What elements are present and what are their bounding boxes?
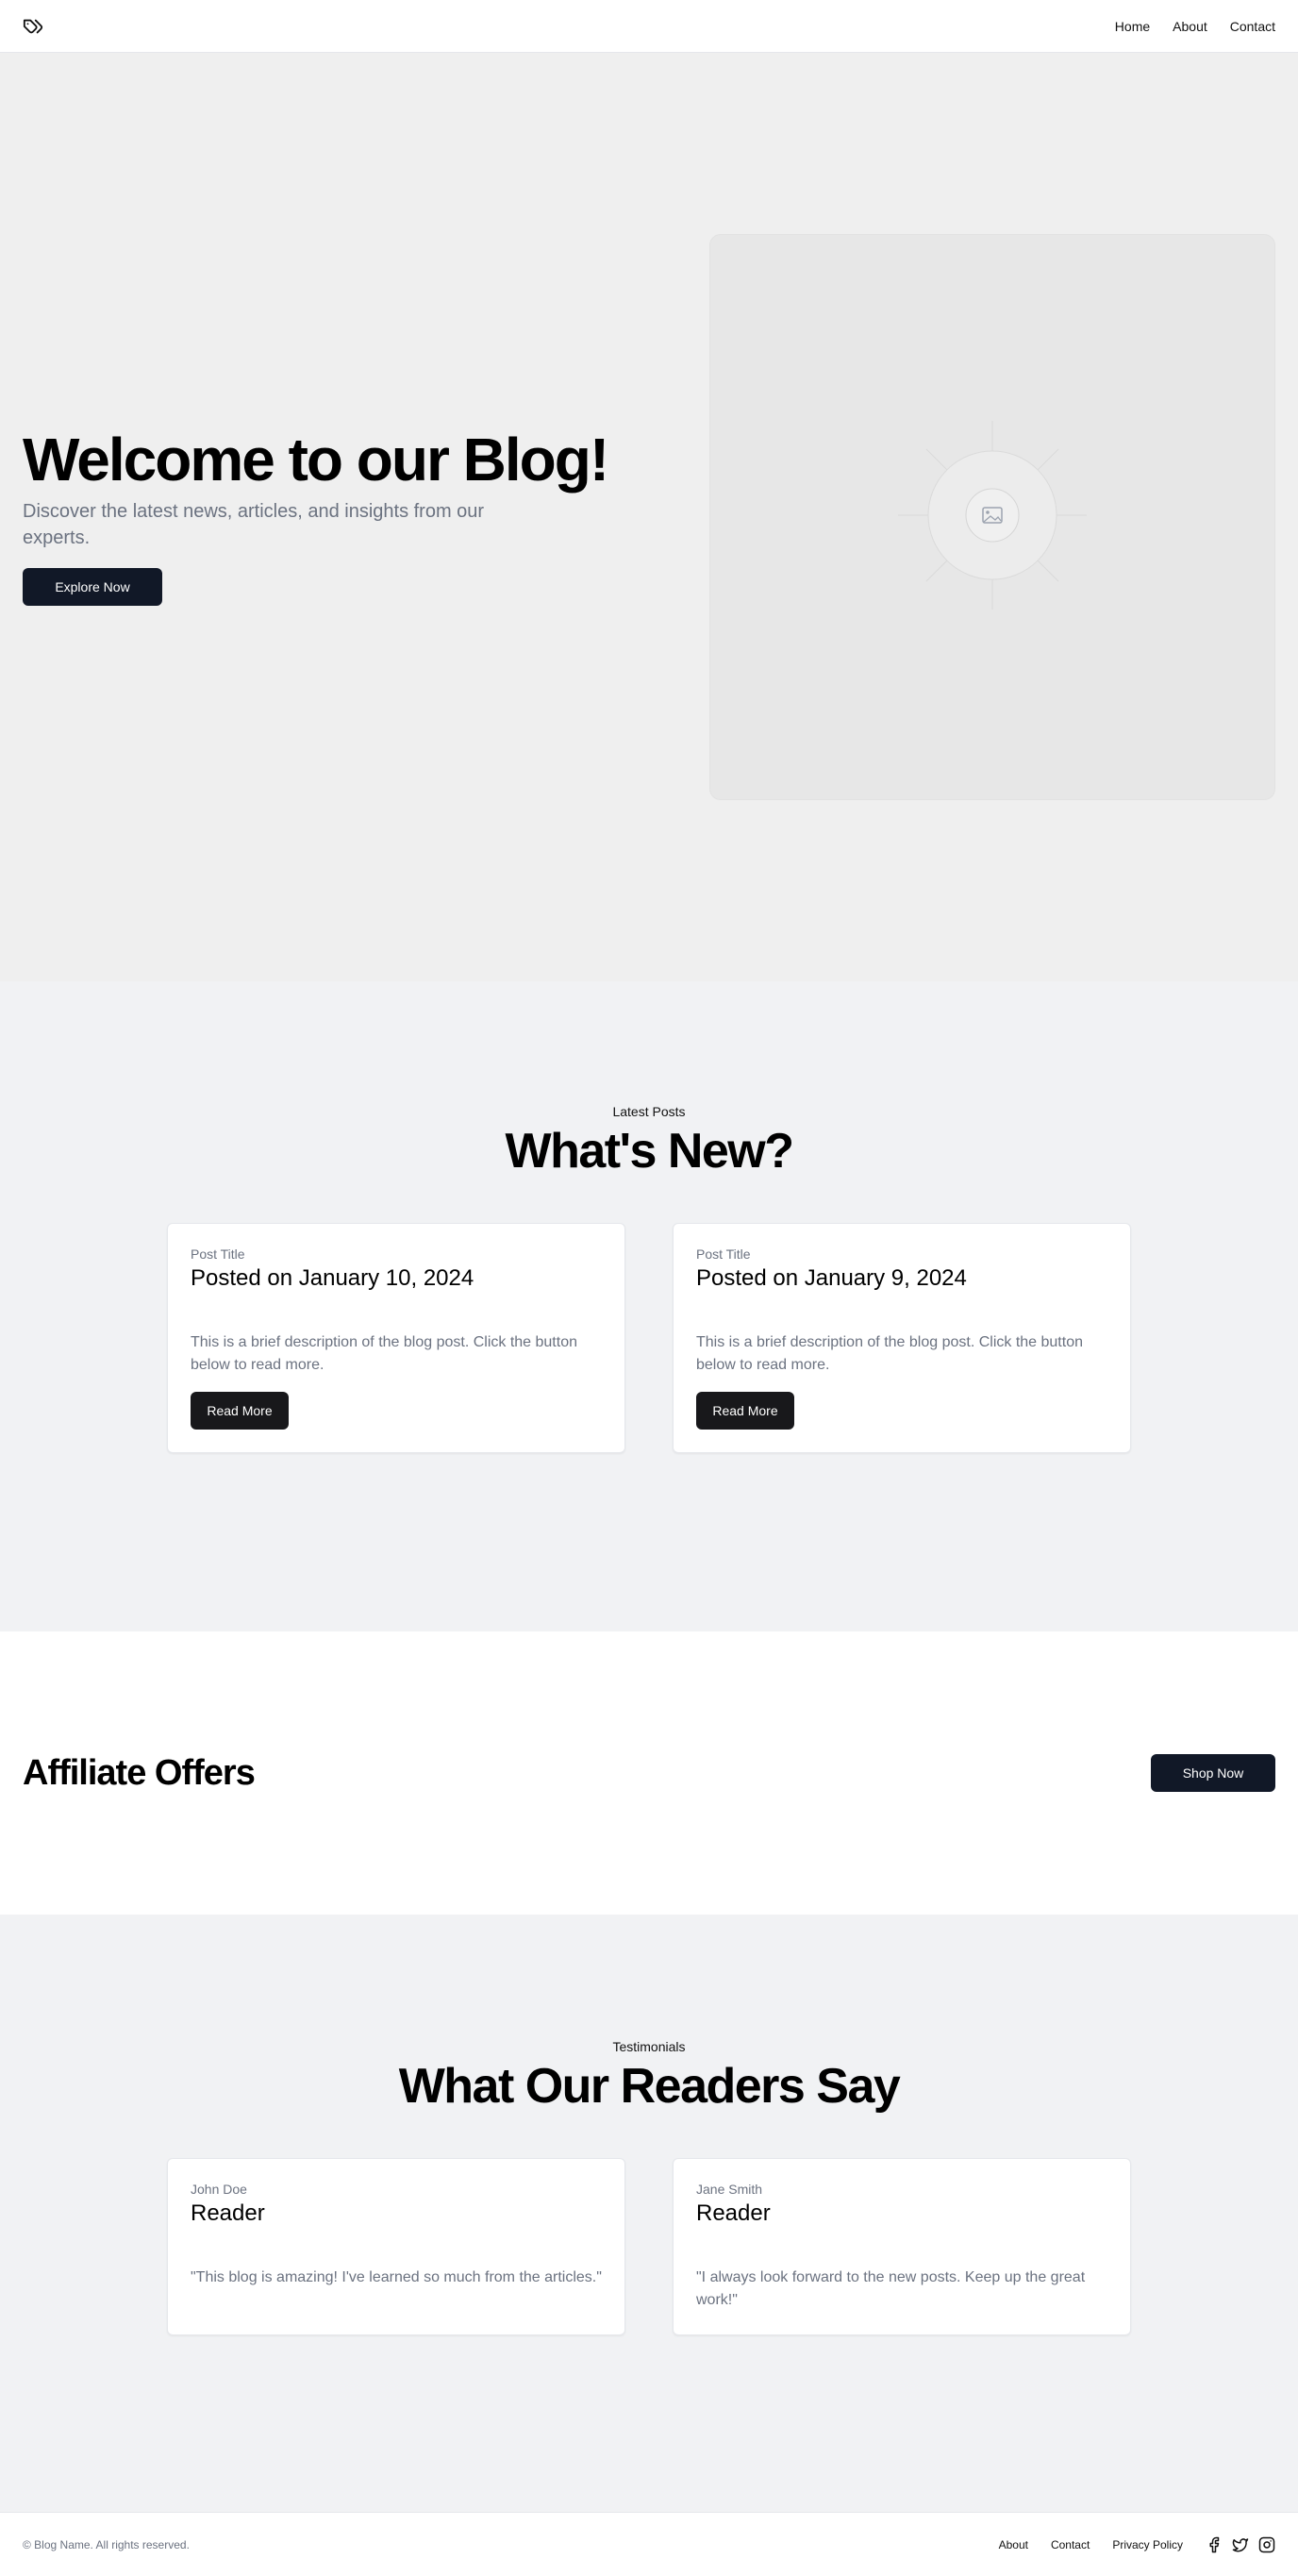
hero-image-placeholder xyxy=(709,234,1275,800)
post-card-eyebrow: Post Title xyxy=(191,1246,245,1262)
testimonial-cards: John Doe Reader "This blog is amazing! I… xyxy=(0,2158,1298,2335)
footer-nav: About Contact Privacy Policy xyxy=(999,2536,1275,2553)
footer-about-link[interactable]: About xyxy=(999,2538,1028,2551)
nav-contact-link[interactable]: Contact xyxy=(1230,19,1275,34)
image-placeholder-icon xyxy=(898,420,1087,614)
instagram-icon[interactable] xyxy=(1258,2536,1275,2553)
footer-contact-link[interactable]: Contact xyxy=(1051,2538,1090,2551)
hero-subtitle: Discover the latest news, articles, and … xyxy=(23,500,485,548)
nav-about-link[interactable]: About xyxy=(1173,19,1207,34)
testimonial-quote: "I always look forward to the new posts.… xyxy=(696,2269,1086,2308)
affiliate-section: Affiliate Offers Shop Now xyxy=(0,1631,1298,1915)
main-nav: Home About Contact xyxy=(1115,19,1275,34)
post-card: Post Title Posted on January 9, 2024 Thi… xyxy=(673,1223,1131,1453)
post-card-title: Posted on January 10, 2024 xyxy=(191,1265,474,1291)
post-card: Post Title Posted on January 10, 2024 Th… xyxy=(167,1223,625,1453)
post-card-title: Posted on January 9, 2024 xyxy=(696,1265,967,1291)
site-footer: © Blog Name. All rights reserved. About … xyxy=(0,2512,1298,2576)
hero-content: Welcome to our Blog! Discover the latest… xyxy=(23,426,626,606)
testimonial-card: John Doe Reader "This blog is amazing! I… xyxy=(167,2158,625,2335)
site-header: Home About Contact xyxy=(0,0,1298,53)
testimonial-name: John Doe xyxy=(191,2182,247,2197)
posts-cards: Post Title Posted on January 10, 2024 Th… xyxy=(0,1223,1298,1453)
hero-title: Welcome to our Blog! xyxy=(23,426,609,494)
nav-home-link[interactable]: Home xyxy=(1115,19,1150,34)
affiliate-title: Affiliate Offers xyxy=(23,1752,256,1793)
post-card-description: This is a brief description of the blog … xyxy=(696,1334,1083,1373)
explore-now-button[interactable]: Explore Now xyxy=(23,567,162,606)
social-links xyxy=(1206,2536,1275,2553)
testimonial-role: Reader xyxy=(696,2200,771,2226)
post-card-description: This is a brief description of the blog … xyxy=(191,1334,577,1373)
posts-title: What's New? xyxy=(505,1124,795,1179)
testimonials-eyebrow: Testimonials xyxy=(612,2039,686,2054)
footer-privacy-link[interactable]: Privacy Policy xyxy=(1112,2538,1183,2551)
post-card-eyebrow: Post Title xyxy=(696,1246,751,1262)
twitter-icon[interactable] xyxy=(1232,2536,1249,2553)
read-more-button[interactable]: Read More xyxy=(191,1392,289,1430)
testimonials-title: What Our Readers Say xyxy=(398,2059,901,2114)
tags-icon[interactable] xyxy=(23,15,45,38)
testimonial-card: Jane Smith Reader "I always look forward… xyxy=(673,2158,1131,2335)
testimonial-quote: "This blog is amazing! I've learned so m… xyxy=(191,2269,602,2285)
testimonials-section: Testimonials What Our Readers Say John D… xyxy=(0,1915,1298,2512)
shop-now-button[interactable]: Shop Now xyxy=(1151,1754,1275,1792)
facebook-icon[interactable] xyxy=(1206,2536,1223,2553)
hero-section: Welcome to our Blog! Discover the latest… xyxy=(0,53,1298,981)
copyright-text: © Blog Name. All rights reserved. xyxy=(23,2537,190,2551)
latest-posts-section: Latest Posts What's New? Post Title Post… xyxy=(0,981,1298,1631)
testimonial-name: Jane Smith xyxy=(696,2182,763,2197)
read-more-button[interactable]: Read More xyxy=(696,1392,794,1430)
testimonial-role: Reader xyxy=(191,2200,265,2226)
posts-eyebrow: Latest Posts xyxy=(612,1104,686,1119)
